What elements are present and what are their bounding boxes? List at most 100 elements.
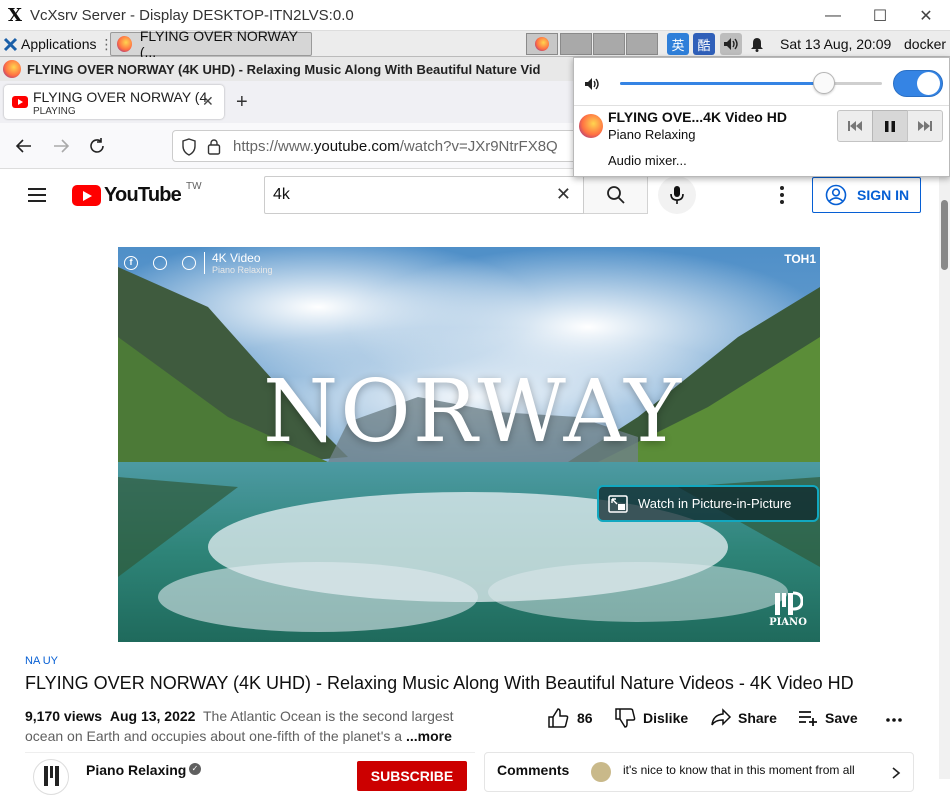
instagram-icon[interactable]	[182, 256, 196, 270]
input-method-english[interactable]: 英	[667, 33, 689, 55]
youtube-logo[interactable]: YouTube TW	[72, 181, 202, 207]
window-titlebar: X VcXsrv Server - Display DESKTOP-ITN2LV…	[0, 0, 950, 31]
dislike-button[interactable]: Dislike	[614, 706, 688, 730]
input-method-chinese[interactable]: 酷	[693, 33, 715, 55]
workspace-4[interactable]	[626, 33, 658, 55]
firefox-icon	[579, 114, 603, 138]
pause-button[interactable]	[872, 110, 908, 142]
applications-label: Applications	[21, 36, 97, 52]
tab-youtube[interactable]: FLYING OVER NORWAY (4 PLAYING ✕	[4, 85, 224, 119]
taskbar-firefox-button[interactable]: FLYING OVER NORWAY (...	[110, 28, 312, 60]
close-button[interactable]: ✕	[903, 0, 949, 31]
dislike-label: Dislike	[643, 710, 689, 726]
video-player[interactable]: f 4K Video Piano Relaxing TOH1 NORWAY PI…	[118, 247, 820, 642]
mute-toggle-knob	[917, 72, 940, 95]
notification-bell-icon[interactable]	[746, 33, 768, 55]
firefox-icon	[117, 36, 132, 52]
search-icon	[606, 186, 625, 204]
view-count: 9,170 views	[25, 708, 103, 724]
youtube-header: YouTube TW 4k ✕ SIGN IN	[0, 170, 940, 222]
overlay-divider	[204, 252, 205, 274]
video-title-overlay: NORWAY	[262, 362, 684, 462]
volume-icon[interactable]	[584, 77, 600, 91]
picture-in-picture-button[interactable]: Watch in Picture-in-Picture	[597, 485, 819, 522]
comments-teaser[interactable]: Comments it's nice to know that in this …	[484, 752, 914, 792]
search-button[interactable]	[584, 176, 648, 214]
volume-slider-handle[interactable]	[813, 72, 835, 94]
panel-user[interactable]: docker	[904, 31, 946, 57]
description-line-2: ocean on Earth and occupies about one-fi…	[25, 728, 403, 744]
share-button[interactable]: Share	[710, 706, 777, 730]
playlist-add-icon	[799, 711, 817, 726]
youtube-social-icon[interactable]	[153, 256, 167, 270]
video-hashtag[interactable]: NA UY	[25, 655, 58, 667]
thumbs-up-icon	[548, 708, 569, 728]
tab-close-icon[interactable]: ✕	[202, 93, 214, 110]
commenter-avatar	[591, 762, 611, 782]
overlay-subtitle: Piano Relaxing	[212, 265, 273, 275]
pip-label: Watch in Picture-in-Picture	[638, 496, 792, 511]
subscribe-button[interactable]: SUBSCRIBE	[357, 761, 467, 791]
pause-icon	[885, 120, 895, 132]
overlay-channel: 4K Video	[212, 251, 261, 265]
maximize-button[interactable]: ☐	[857, 0, 903, 31]
save-button[interactable]: Save	[798, 706, 858, 730]
xfce-mouse-icon	[3, 37, 18, 51]
expand-comments-icon	[891, 767, 901, 779]
scrollbar-thumb[interactable]	[941, 200, 948, 270]
forward-icon[interactable]	[51, 136, 71, 156]
comments-label: Comments	[497, 762, 570, 778]
overlay-mark: TOH1	[784, 252, 816, 266]
url-bar[interactable]: https://www.youtube.com/watch?v=JXr9NtrF…	[172, 130, 582, 162]
mute-toggle[interactable]	[893, 70, 943, 97]
workspace-1[interactable]	[526, 33, 558, 55]
youtube-play-icon	[72, 185, 101, 206]
back-icon[interactable]	[14, 136, 34, 156]
volume-slider-track[interactable]	[620, 72, 882, 94]
audio-popup: FLYING OVE...4K Video HD Piano Relaxing …	[573, 57, 950, 177]
volume-tray-icon[interactable]	[720, 33, 742, 55]
search-input[interactable]: 4k ✕	[264, 176, 584, 214]
more-actions-icon[interactable]	[885, 717, 903, 723]
desktop-panel: Applications ⋮ FLYING OVER NORWAY (... 英…	[0, 28, 950, 60]
x-server-icon: X	[8, 4, 22, 26]
piano-brand-logo: PIANO	[769, 591, 807, 629]
next-icon	[918, 121, 932, 131]
reload-icon[interactable]	[87, 136, 107, 156]
voice-search-button[interactable]	[658, 176, 696, 214]
previous-track-button[interactable]	[837, 110, 873, 142]
next-track-button[interactable]	[907, 110, 943, 142]
thumbs-down-icon	[615, 708, 636, 728]
like-button[interactable]: 86	[547, 706, 593, 730]
channel-name[interactable]: Piano Relaxing	[86, 762, 186, 778]
upload-date: Aug 13, 2022	[109, 708, 196, 724]
firefox-icon	[535, 37, 549, 51]
workspace-3[interactable]	[593, 33, 625, 55]
applications-menu[interactable]: Applications ⋮	[3, 31, 114, 57]
share-label: Share	[738, 710, 777, 726]
previous-icon	[848, 121, 862, 131]
workspace-2[interactable]	[560, 33, 592, 55]
shield-icon[interactable]	[181, 138, 197, 156]
more-options-icon[interactable]	[778, 185, 786, 205]
show-more-link[interactable]: ...more	[406, 728, 452, 744]
tab-playing-label: PLAYING	[33, 106, 76, 117]
sign-in-button[interactable]: SIGN IN	[812, 177, 921, 213]
description-line-1: The Atlantic Ocean is the second largest	[202, 708, 454, 724]
audio-mixer-item[interactable]: Audio mixer...	[608, 153, 687, 168]
new-tab-button[interactable]: +	[236, 91, 248, 114]
clear-search-icon[interactable]: ✕	[556, 184, 571, 205]
panel-clock[interactable]: Sat 13 Aug, 20:09	[780, 31, 891, 57]
facebook-icon[interactable]: f	[124, 256, 138, 270]
lock-icon[interactable]	[207, 138, 221, 155]
like-count: 86	[577, 710, 593, 726]
tab-title: FLYING OVER NORWAY (4	[33, 89, 208, 105]
hamburger-menu-icon[interactable]	[27, 187, 47, 203]
channel-avatar[interactable]	[33, 759, 69, 795]
channel-row: Piano Relaxing ✓ SUBSCRIBE	[25, 752, 475, 795]
minimize-button[interactable]: —	[810, 0, 856, 31]
account-icon	[825, 184, 847, 206]
page-scrollbar[interactable]	[939, 170, 950, 779]
firefox-icon	[3, 60, 21, 78]
video-description[interactable]: 9,170 views Aug 13, 2022 The Atlantic Oc…	[25, 706, 455, 746]
